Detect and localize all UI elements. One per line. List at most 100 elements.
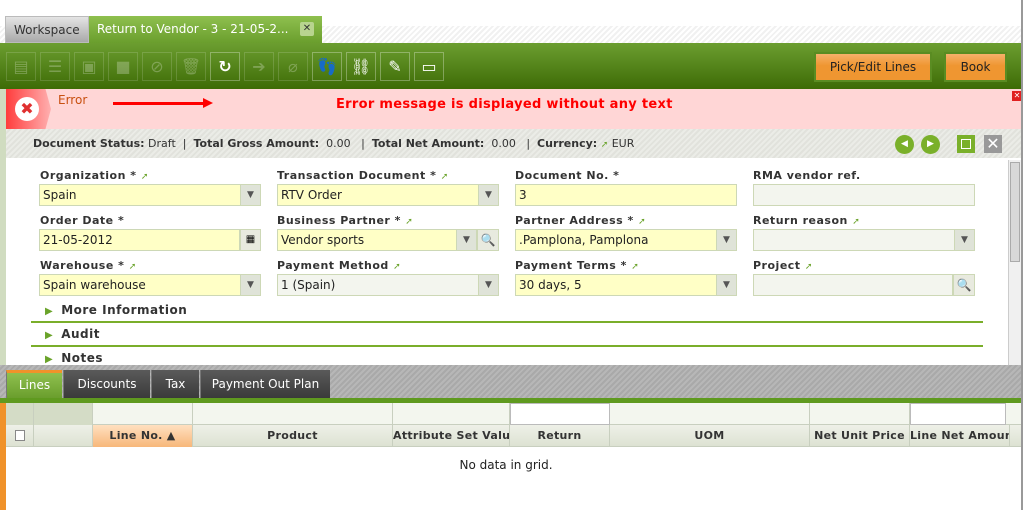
undo-icon[interactable]: ⊘	[142, 52, 172, 81]
chevron-down-icon[interactable]: ▼	[456, 230, 476, 250]
filter-attribute[interactable]	[393, 403, 510, 425]
document-no-label: Document No. *	[515, 169, 620, 182]
doc-status-value: Draft	[148, 137, 176, 150]
payment-method-select[interactable]: 1 (Spain) ▼	[277, 274, 499, 296]
book-button[interactable]: Book	[944, 52, 1007, 82]
tab-tax[interactable]: Tax	[151, 370, 199, 398]
error-icon: ✖	[5, 89, 51, 129]
chevron-down-icon[interactable]: ▼	[716, 230, 736, 250]
warehouse-select[interactable]: Spain warehouse ▼	[39, 274, 261, 296]
column-return[interactable]: Return	[510, 425, 610, 447]
payment-terms-select[interactable]: 30 days, 5 ▼	[515, 274, 737, 296]
payment-terms-label: Payment Terms * ➚	[515, 259, 640, 272]
chevron-down-icon[interactable]: ▼	[716, 275, 736, 295]
audit-trail-icon[interactable]: 👣	[312, 52, 342, 81]
export-icon[interactable]: ➔	[244, 52, 274, 81]
chevron-down-icon[interactable]: ▼	[240, 275, 260, 295]
error-annotation-text: Error message is displayed without any t…	[336, 97, 673, 112]
save-icon[interactable]: ▣	[74, 52, 104, 81]
partner-address-label: Partner Address * ➚	[515, 214, 647, 227]
column-uom[interactable]: UOM	[610, 425, 810, 447]
currency-value: EUR	[611, 137, 635, 150]
currency-label: Currency:	[537, 137, 598, 150]
tab-label: Return to Vendor - 3 - 21-05-2...	[97, 22, 289, 36]
error-title: Error	[58, 93, 88, 107]
partner-address-select[interactable]: .Pamplona, Pamplona ▼	[515, 229, 737, 251]
tab-return-to-vendor[interactable]: Return to Vendor - 3 - 21-05-2... ✕	[89, 16, 322, 43]
tab-lines[interactable]: Lines	[6, 370, 62, 398]
calendar-icon[interactable]: ▦	[240, 229, 261, 251]
net-value: 0.00	[491, 137, 516, 150]
close-tab-icon[interactable]: ✕	[300, 22, 314, 36]
arrow-head-icon	[203, 98, 213, 108]
column-product[interactable]: Product	[193, 425, 393, 447]
new-document-icon[interactable]: ▤	[6, 52, 36, 81]
expand-icon: ▶	[45, 330, 54, 341]
tab-payment-out-plan[interactable]: Payment Out Plan	[200, 370, 330, 398]
toolbar: ▤ ☰ ▣ ■ ⊘ 🗑 ↻ ➔ ⌀ 👣 ⛓ ✎ ▭ Pick/Edit Line…	[0, 43, 1023, 89]
gross-label: Total Gross Amount:	[193, 137, 320, 150]
warehouse-label: Warehouse * ➚	[40, 259, 137, 272]
arrow-annotation	[113, 102, 208, 105]
filter-return[interactable]	[510, 403, 610, 425]
project-input[interactable]	[753, 274, 953, 296]
return-reason-select[interactable]: ▼	[753, 229, 975, 251]
refresh-icon[interactable]: ↻	[210, 52, 240, 81]
search-icon[interactable]: 🔍	[477, 229, 499, 251]
rma-vendor-ref-input[interactable]	[753, 184, 975, 206]
section-notes[interactable]: ▶ Notes	[45, 351, 103, 365]
filter-uom[interactable]	[610, 403, 810, 425]
filter-line-no[interactable]	[93, 403, 193, 425]
sub-tab-bar: Lines Discounts Tax Payment Out Plan	[0, 365, 1023, 398]
chevron-down-icon[interactable]: ▼	[954, 230, 974, 250]
expand-icon: ▶	[45, 354, 54, 365]
column-line-net-amount[interactable]: Line Net Amount	[910, 425, 1010, 447]
document-no-input[interactable]: 3	[515, 184, 737, 206]
expand-icon: ▶	[45, 306, 54, 317]
column-line-no[interactable]: Line No. ▲	[93, 425, 193, 447]
column-attribute-set-value[interactable]: Attribute Set Value	[393, 425, 510, 447]
delete-icon[interactable]: 🗑	[176, 52, 206, 81]
business-partner-select[interactable]: Vendor sports ▼	[277, 229, 477, 251]
payment-method-label: Payment Method ➚	[277, 259, 402, 272]
pick-edit-lines-button[interactable]: Pick/Edit Lines	[814, 52, 932, 82]
organization-select[interactable]: Spain ▼	[39, 184, 261, 206]
next-record-icon[interactable]: ▶	[921, 135, 940, 154]
scrollbar-thumb[interactable]	[1010, 162, 1020, 262]
link-arrow-icon[interactable]: ➚	[601, 140, 609, 150]
filter-product[interactable]	[193, 403, 393, 425]
net-label: Total Net Amount:	[371, 137, 485, 150]
transaction-document-select[interactable]: RTV Order ▼	[277, 184, 499, 206]
column-net-unit-price[interactable]: Net Unit Price	[810, 425, 910, 447]
customize-icon[interactable]: ✎	[380, 52, 410, 81]
chevron-down-icon[interactable]: ▼	[240, 185, 260, 205]
return-reason-label: Return reason ➚	[753, 214, 861, 227]
maximize-icon[interactable]	[957, 135, 975, 153]
business-partner-label: Business Partner * ➚	[277, 214, 414, 227]
section-audit[interactable]: ▶ Audit	[45, 327, 100, 341]
close-form-icon[interactable]: ✕	[984, 135, 1002, 153]
status-bar: Document Status: Draft | Total Gross Amo…	[6, 129, 1023, 158]
order-date-input[interactable]: 21-05-2012	[39, 229, 240, 251]
new-row-icon[interactable]: ☰	[40, 52, 70, 81]
organization-label: Organization * ➚	[40, 169, 149, 182]
form-scrollbar[interactable]	[1008, 160, 1021, 365]
toggle-form-icon[interactable]: ▭	[414, 52, 444, 81]
filter-line-net-amount[interactable]	[910, 403, 1006, 425]
chevron-down-icon[interactable]: ▼	[478, 185, 498, 205]
link-icon[interactable]: ⛓	[346, 52, 376, 81]
grid-header: Line No. ▲ Product Attribute Set Value R…	[6, 425, 1023, 447]
empty-grid-message: No data in grid.	[459, 458, 553, 472]
select-all-checkbox[interactable]	[6, 425, 34, 447]
section-divider	[31, 345, 983, 347]
filter-net-unit-price[interactable]	[810, 403, 910, 425]
save-close-icon[interactable]: ■	[108, 52, 138, 81]
attach-icon[interactable]: ⌀	[278, 52, 308, 81]
chevron-down-icon[interactable]: ▼	[478, 275, 498, 295]
gross-value: 0.00	[326, 137, 351, 150]
section-more-information[interactable]: ▶ More Information	[45, 303, 187, 317]
tab-workspace[interactable]: Workspace	[5, 16, 89, 43]
search-icon[interactable]: 🔍	[953, 274, 975, 296]
tab-discounts[interactable]: Discounts	[63, 370, 150, 398]
previous-record-icon[interactable]: ◀	[895, 135, 914, 154]
